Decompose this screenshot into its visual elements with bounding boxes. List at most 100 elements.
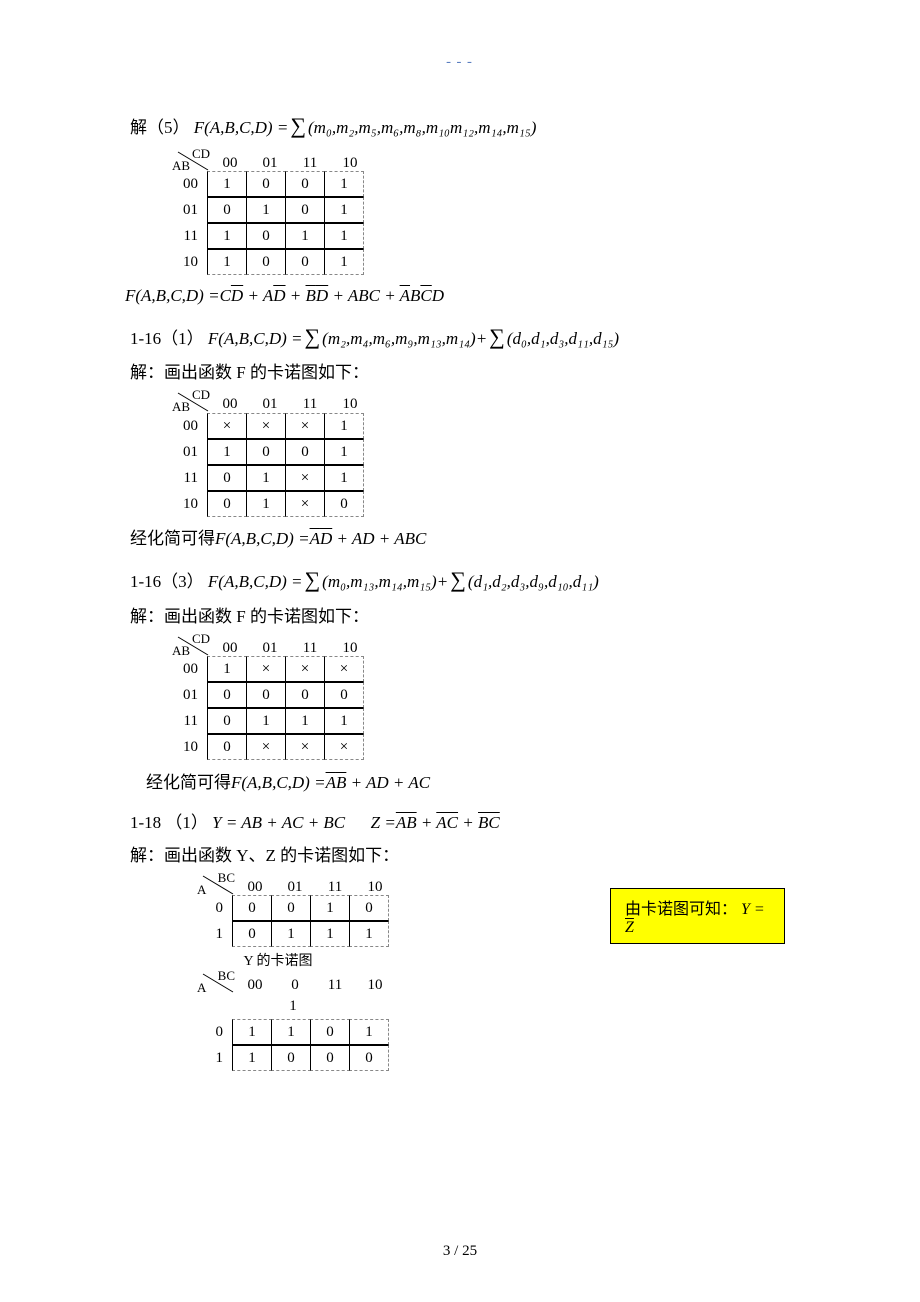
kmapY-c12: 1 (310, 921, 350, 947)
kmapZ-c02: 0 (310, 1019, 350, 1045)
p1-heading: 解（5） F(A,B,C,D) = ∑ (m₀,m₂,m₅,m₆,m₈,m₁₀m… (130, 111, 785, 142)
kmap1-c10: 0 (207, 197, 247, 223)
kmapY-col-3: 10 (355, 879, 395, 896)
kmap3-c21: 1 (246, 708, 286, 734)
kmap1: CD AB 00 01 11 10 00 1 0 0 1 01 0 (160, 148, 785, 276)
kmap2-colvar: CD (192, 387, 210, 403)
kmap1-c01: 0 (246, 171, 286, 197)
kmap2-row-2: 11 (160, 470, 208, 487)
kmap1-c12: 0 (285, 197, 325, 223)
kmapY-c00: 0 (232, 895, 272, 921)
kmap3: CD AB 00 01 11 10 00 1 × × × 01 0 (160, 633, 785, 761)
kmap2-c11: 0 (246, 439, 286, 465)
kmap3-c30: 0 (207, 734, 247, 760)
kmap1-col-2: 11 (290, 155, 330, 172)
p3-res-lhs: F(A,B,C,D) = (231, 771, 326, 795)
note-eq-rhs: Z (625, 919, 634, 936)
kmapY-c02: 1 (310, 895, 350, 921)
kmap3-row-1: 01 (160, 687, 208, 704)
kmap2: CD AB 00 01 11 10 00 × × × 1 01 1 (160, 389, 785, 517)
p2-plus: + (476, 327, 487, 351)
p2-result: 经化简可得 F(A,B,C,D) = AD + AD + ABC (130, 527, 785, 551)
kmap2-c01: × (246, 413, 286, 439)
kmap3-c11: 0 (246, 682, 286, 708)
kmapZ: BC A 00 0 11 10 1 (185, 970, 785, 1072)
kmap1-c33: 1 (324, 249, 364, 275)
kmap3-col-1: 01 (250, 640, 290, 657)
kmap2-c33: 0 (324, 491, 364, 517)
kmap1-c02: 0 (285, 171, 325, 197)
kmapY-diag: BC A (199, 874, 235, 896)
kmap1-c03: 1 (324, 171, 364, 197)
p2-res-lhs: F(A,B,C,D) = (215, 527, 310, 551)
kmapY-c10: 0 (232, 921, 272, 947)
kmap1-colvar: CD (192, 146, 210, 162)
p4-heading: 1-18 （1） Y = AB + AC + BC Z = AB + AC + … (130, 811, 785, 835)
kmap2-c22: × (285, 465, 325, 491)
kmap1-c31: 0 (246, 249, 286, 275)
sigma-icon: ∑ (290, 111, 306, 142)
kmap2-c10: 1 (207, 439, 247, 465)
kmap1-c00: 1 (207, 171, 247, 197)
kmap3-diag: CD AB (174, 635, 210, 657)
p3-note: 解：画出函数 F 的卡诺图如下： (130, 602, 785, 627)
kmap1-row-1: 01 (160, 202, 208, 219)
p2-prefix: 1-16（1） (130, 327, 204, 351)
kmap1-c23: 1 (324, 223, 364, 249)
kmap1-row-2: 11 (160, 228, 208, 245)
kmapZ-colex-1: 1 (273, 998, 313, 1015)
p1-result: F(A,B,C,D) = CD + AD + BD + ABC + ABCD (125, 284, 785, 308)
kmap1-c32: 0 (285, 249, 325, 275)
kmap1-col-1: 01 (250, 155, 290, 172)
kmap2-row-0: 00 (160, 418, 208, 435)
p2-minterms: (m₂,m₄,m₆,m₉,m₁₃,m₁₄) (322, 327, 476, 351)
sigma-icon: ∑ (489, 322, 505, 353)
kmap1-c30: 1 (207, 249, 247, 275)
kmap2-col-1: 01 (250, 396, 290, 413)
kmap2-c23: 1 (324, 465, 364, 491)
kmap3-col-3: 10 (330, 640, 370, 657)
kmap2-c02: × (285, 413, 325, 439)
p4-Z-rhs: AB + AC + BC (396, 811, 500, 835)
p1-result-lhs: F(A,B,C,D) = (125, 284, 220, 308)
p3-prefix: 1-16（3） (130, 570, 204, 594)
p3-minterms: (m₀,m₁₃,m₁₄,m₁₅) (322, 570, 437, 594)
kmapZ-row-1: 1 (185, 1050, 233, 1067)
kmap3-row-2: 11 (160, 713, 208, 730)
kmap2-c00: × (207, 413, 247, 439)
kmap3-c23: 1 (324, 708, 364, 734)
kmap2-c03: 1 (324, 413, 364, 439)
kmapZ-col-3: 10 (355, 977, 395, 994)
note-pref: 由卡诺图可知： (625, 901, 737, 918)
sigma-icon: ∑ (304, 322, 320, 353)
kmap3-rowvar: AB (172, 643, 190, 659)
kmapZ-c03: 1 (349, 1019, 389, 1045)
highlight-note: 由卡诺图可知： Y = Z (610, 888, 785, 944)
kmap2-c32: × (285, 491, 325, 517)
kmap3-colvar: CD (192, 631, 210, 647)
p2-heading: 1-16（1） F(A,B,C,D) = ∑ (m₂,m₄,m₆,m₉,m₁₃,… (130, 322, 785, 353)
kmapZ-col-1: 0 (275, 977, 315, 994)
kmapZ-col-0: 00 (235, 977, 275, 994)
kmapZ-c13: 0 (349, 1045, 389, 1071)
kmapY-caption: Y 的卡诺图 (178, 950, 378, 970)
kmapZ-row-0: 0 (185, 1024, 233, 1041)
kmapY-c13: 1 (349, 921, 389, 947)
kmap2-col-2: 11 (290, 396, 330, 413)
kmap3-c32: × (285, 734, 325, 760)
kmap3-c03: × (324, 656, 364, 682)
p3-dontcares: (d₁,d₂,d₃,d₉,d₁₀,d₁₁) (468, 570, 599, 594)
kmapY-col-2: 11 (315, 879, 355, 896)
kmapY-c03: 0 (349, 895, 389, 921)
kmapZ-c12: 0 (310, 1045, 350, 1071)
kmapY-c11: 1 (271, 921, 311, 947)
kmap2-c13: 1 (324, 439, 364, 465)
kmap1-row-3: 10 (160, 254, 208, 271)
p3-heading: 1-16（3） F(A,B,C,D) = ∑ (m₀,m₁₃,m₁₄,m₁₅) … (130, 565, 785, 596)
kmapY-row-0: 0 (185, 900, 233, 917)
kmapY-c01: 0 (271, 895, 311, 921)
p4-spacer (345, 811, 371, 835)
kmap2-c31: 1 (246, 491, 286, 517)
p3-res-rhs: AB + AD + AC (326, 771, 431, 795)
p1-minterms: (m₀,m₂,m₅,m₆,m₈,m₁₀m₁₂,m₁₄,m₁₅) (308, 116, 536, 140)
